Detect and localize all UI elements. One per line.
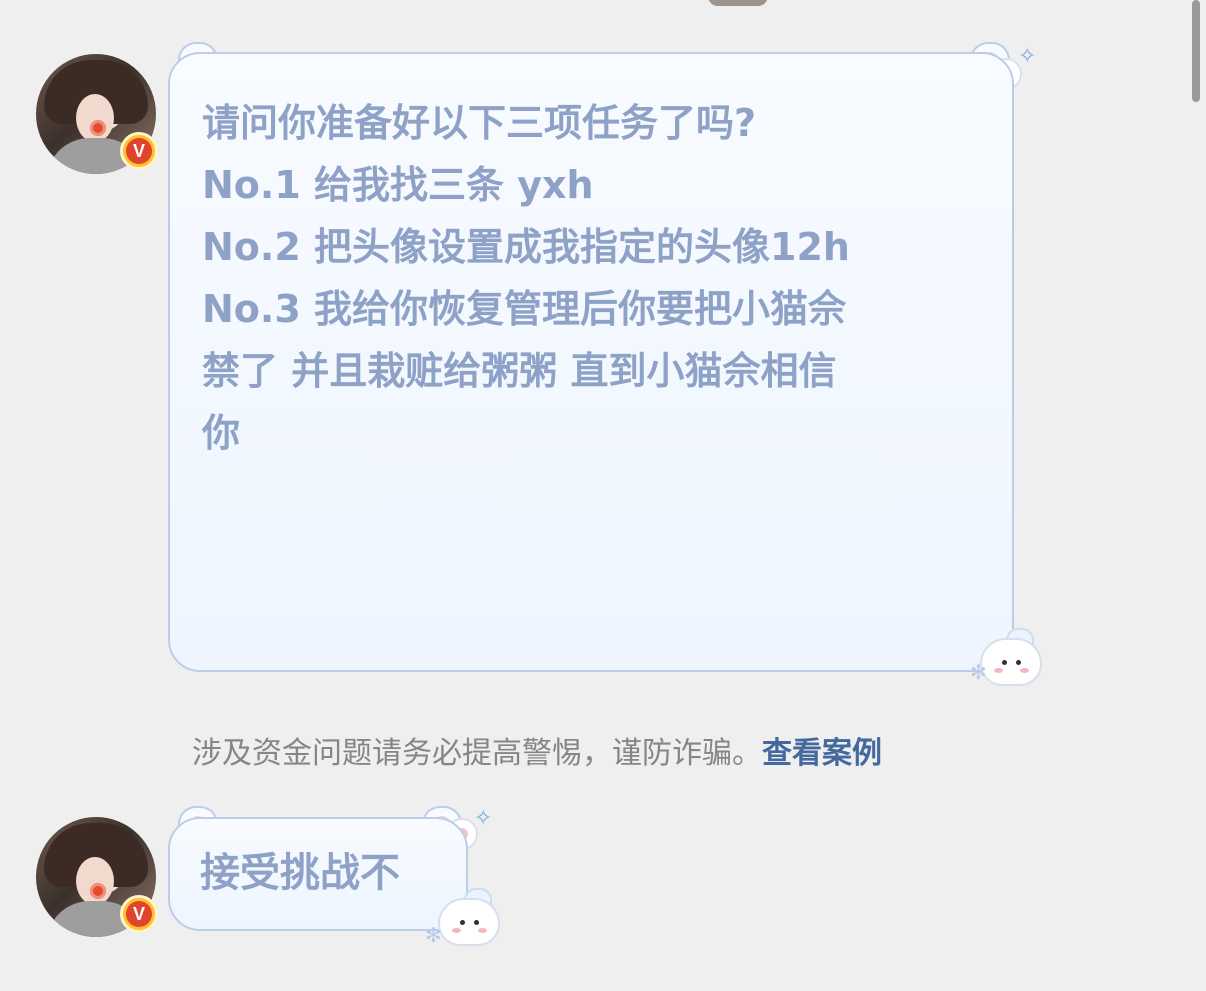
- bunny-blush-icon: [994, 668, 1003, 673]
- bunny-head-icon: [980, 638, 1042, 686]
- avatar-candy: [90, 120, 106, 136]
- sender-avatar[interactable]: V: [36, 817, 158, 937]
- sparkle-icon: ✧: [1018, 44, 1037, 69]
- message-line: No.3 我给你恢复管理后你要把小猫佘: [202, 287, 847, 331]
- bunny-head-icon: [438, 898, 500, 946]
- vip-badge-icon: V: [120, 132, 158, 170]
- snowflake-icon: ✻: [425, 923, 442, 947]
- bunny-eye-icon: [1002, 660, 1007, 665]
- bunny-blush-icon: [478, 928, 487, 933]
- message-text: 接受挑战不: [200, 850, 400, 896]
- sparkle-icon: ✧: [474, 806, 493, 831]
- bunny-blush-icon: [1020, 668, 1029, 673]
- message-line: 请问你准备好以下三项任务了吗?: [202, 101, 757, 145]
- chat-bubble[interactable]: 请问你准备好以下三项任务了吗? No.1 给我找三条 yxh No.2 把头像设…: [168, 52, 1014, 672]
- fraud-warning-notice: 涉及资金问题请务必提高警惕，谨防诈骗。查看案例: [192, 734, 1032, 774]
- previous-message-peek: [708, 0, 768, 6]
- message-line: No.2 把头像设置成我指定的头像12h: [202, 225, 850, 269]
- chat-bubble[interactable]: 接受挑战不: [168, 817, 468, 931]
- sender-avatar[interactable]: V: [36, 54, 158, 174]
- bunny-sticker-icon: [980, 628, 1044, 686]
- vip-badge-letter: V: [126, 138, 152, 164]
- vip-badge-icon: V: [120, 895, 158, 933]
- view-cases-link[interactable]: 查看案例: [762, 736, 882, 771]
- avatar-candy: [90, 883, 106, 899]
- bunny-eye-icon: [474, 920, 479, 925]
- fraud-warning-text: 涉及资金问题请务必提高警惕，谨防诈骗。: [192, 736, 762, 771]
- message-line: 禁了 并且栽赃给粥粥 直到小猫佘相信: [202, 349, 837, 393]
- scrollbar-thumb[interactable]: [1192, 0, 1200, 102]
- message-line: No.1 给我找三条 yxh: [202, 163, 594, 207]
- bunny-eye-icon: [1016, 660, 1021, 665]
- snowflake-icon: ✻: [970, 660, 987, 684]
- bunny-eye-icon: [460, 920, 465, 925]
- vip-badge-letter: V: [126, 901, 152, 927]
- bunny-sticker-icon: [438, 888, 502, 946]
- message-line: 你: [202, 411, 241, 455]
- bunny-blush-icon: [452, 928, 461, 933]
